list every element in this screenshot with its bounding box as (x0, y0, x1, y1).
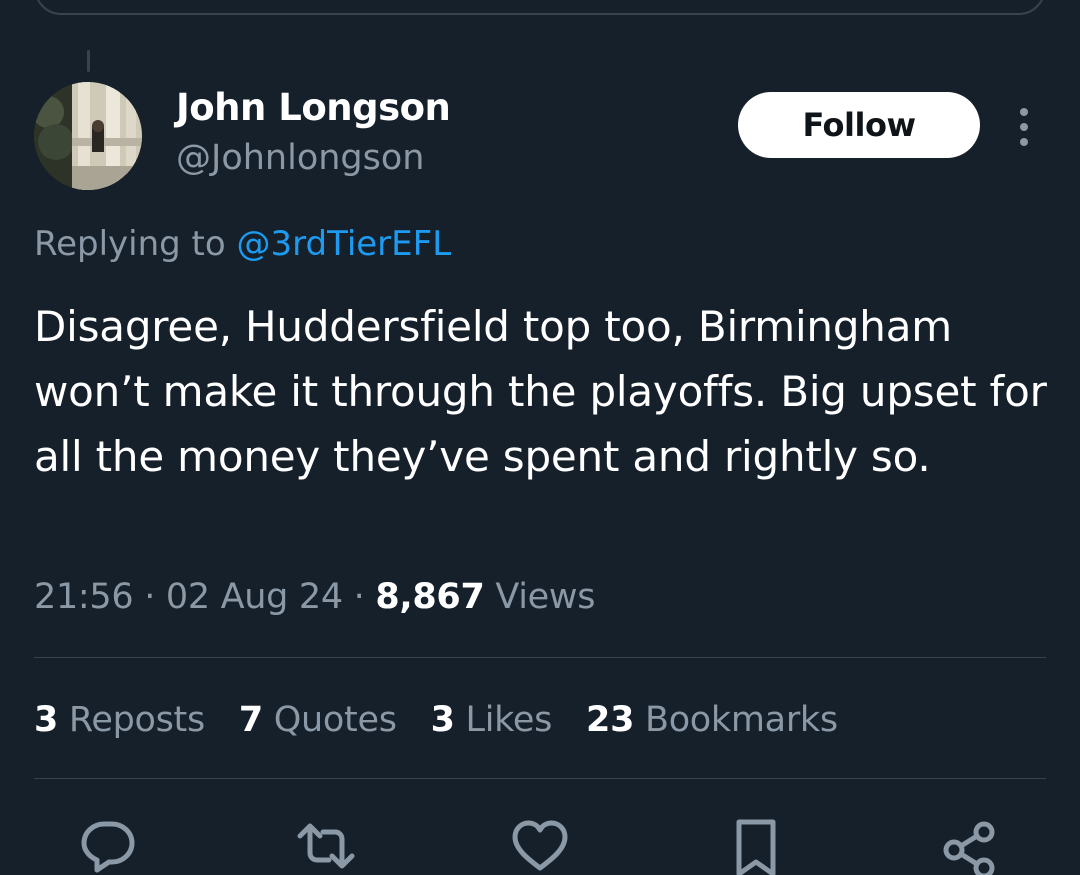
tweet-date[interactable]: 02 Aug 24 (166, 577, 343, 617)
share-icon[interactable] (938, 818, 1002, 875)
author-name[interactable]: John Longson (176, 86, 451, 129)
quotes-count: 7 (238, 700, 263, 740)
author-handle[interactable]: @Johnlongson (176, 138, 424, 178)
avatar[interactable] (34, 82, 142, 190)
reposts-count: 3 (34, 700, 59, 740)
likes-label: Likes (454, 700, 553, 740)
bookmark-icon[interactable] (724, 818, 788, 875)
likes-stat[interactable]: 3 Likes (430, 700, 553, 740)
replying-to-line: Replying to @3rdTierEFL (34, 224, 451, 264)
reposts-stat[interactable]: 3 Reposts (34, 700, 205, 740)
tweet-text: Disagree, Huddersfield top too, Birmingh… (34, 302, 1047, 481)
more-vertical-icon[interactable] (1004, 102, 1044, 152)
tweet-meta: 21:56 · 02 Aug 24 · 8,867 Views (34, 577, 595, 617)
views-label: Views (484, 577, 596, 617)
divider (34, 657, 1046, 658)
heart-icon[interactable] (508, 818, 572, 875)
thread-connector-line (87, 50, 90, 72)
bookmarks-stat[interactable]: 23 Bookmarks (586, 700, 838, 740)
repost-icon[interactable] (294, 818, 358, 875)
bookmarks-label: Bookmarks (634, 700, 838, 740)
bookmarks-count: 23 (586, 700, 635, 740)
meta-separator: · (133, 577, 166, 617)
avatar-photo-icon (34, 82, 142, 190)
quotes-label: Quotes (262, 700, 397, 740)
views-count: 8,867 (375, 577, 485, 617)
divider (34, 778, 1046, 779)
tweet-time[interactable]: 21:56 (34, 577, 134, 617)
follow-button[interactable]: Follow (738, 92, 980, 158)
reply-icon[interactable] (76, 818, 140, 875)
quotes-stat[interactable]: 7 Quotes (239, 700, 397, 740)
reply-mention-link[interactable]: @3rdTierEFL (237, 224, 452, 264)
likes-count: 3 (430, 700, 455, 740)
meta-separator: · (342, 577, 376, 617)
replying-to-label: Replying to (34, 224, 237, 264)
reposts-label: Reposts (58, 700, 205, 740)
previous-tweet-card-edge (34, 0, 1046, 15)
engagement-stats: 3 Reposts 7 Quotes 3 Likes 23 Bookmarks (34, 700, 838, 740)
tweet-detail-view: John Longson @Johnlongson Follow Replyin… (0, 0, 1080, 875)
